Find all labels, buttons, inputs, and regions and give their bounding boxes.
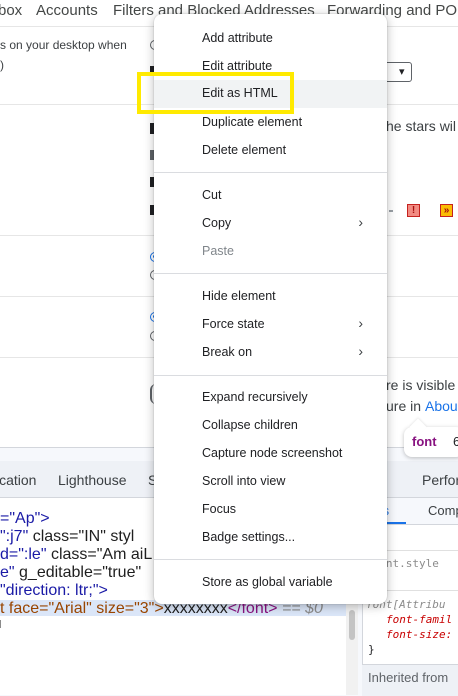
menu-item-delete-element[interactable]: Delete element [154,137,387,165]
tab-inbox[interactable]: box [0,2,22,19]
tooltip-value: 6 [453,434,458,449]
visibility-text: re is visible [386,377,456,393]
tab-application[interactable]: ication [0,472,36,488]
menu-separator [154,375,387,376]
code-attr: ="Ap"> [0,510,50,527]
code-line[interactable]: "direction: ltr;"> [0,582,108,600]
menu-item-scroll-into-view[interactable]: Scroll into view [154,468,387,496]
highlight-annotation-box [137,72,294,114]
menu-item-expand-recursively[interactable]: Expand recursively [154,384,387,412]
setting-select[interactable]: ▾ [384,62,412,82]
menu-item-label: Store as global variable [202,575,333,589]
tab-accounts[interactable]: Accounts [36,2,98,19]
inherited-label: Inherited from [368,670,449,685]
chevron-down-icon: ▾ [399,66,405,78]
rule-close: } [368,643,375,656]
node-tooltip: font 6 [404,427,458,457]
menu-separator [154,172,387,173]
red-bang-icon[interactable]: ! [407,204,420,217]
chevron-right-icon: › [358,315,363,331]
menu-item-label: Copy [202,216,232,230]
code-attr: ":j7" [0,528,29,545]
code-line[interactable]: ="Ap"> [0,510,50,528]
menu-item-label: Force state [202,317,265,331]
desktop-notification-text-2: ) [0,58,4,72]
menu-item-label: Collapse children [202,418,298,432]
tab-lighthouse[interactable]: Lighthouse [58,472,127,488]
menu-item-label: Expand recursively [202,390,308,404]
menu-item-label: Duplicate element [202,115,303,129]
menu-item-label: Paste [202,244,234,258]
menu-item-label: Edit attribute [202,59,273,73]
menu-item-collapse-children[interactable]: Collapse children [154,412,387,440]
menu-item-label: Delete element [202,143,287,157]
tooltip-tag: font [412,434,437,449]
menu-item-label: Focus [202,502,237,516]
menu-item-label: Scroll into view [202,474,286,488]
tab-computed[interactable]: Comp [428,503,458,518]
menu-item-store-as-global-variable[interactable]: Store as global variable [154,569,387,597]
menu-item-force-state[interactable]: Force state › [154,311,387,339]
menu-item-badge-settings[interactable]: Badge settings... [154,524,387,552]
menu-item-label: Cut [202,188,222,202]
chevron-right-icon: › [358,214,363,230]
menu-item-label: Add attribute [202,31,273,45]
tab-performance[interactable]: Perfor [422,472,458,488]
code-rest: class="Am aiL [46,546,153,563]
menu-item-paste[interactable]: Paste [154,238,387,266]
menu-item-hide-element[interactable]: Hide element [154,283,387,311]
about-link[interactable]: Abou [425,398,458,414]
menu-item-capture-node-screenshot[interactable]: Capture node screenshot [154,440,387,468]
menu-item-label: Capture node screenshot [202,446,343,460]
code-line[interactable]: ":j7" class="IN" styl [0,528,134,546]
code-rest: class="IN" styl [28,528,135,545]
code-attr: "direction: ltr;"> [0,582,108,599]
code-line[interactable]: d=":le" class="Am aiL [0,546,152,564]
chevron-right-icon: › [358,343,363,359]
desktop-notification-text: s on your desktop when [0,38,127,52]
menu-item-label: Badge settings... [202,530,296,544]
selected-open-tag: t face="Arial" size="3"> [0,600,164,617]
menu-item-label: Hide element [202,289,276,303]
menu-item-label: Break on [202,345,253,359]
menu-separator [154,559,387,560]
tree-caret [0,620,7,628]
rule-property: font-famil [386,613,453,626]
dash [389,210,393,212]
about-text: ure in [386,398,422,414]
code-attr: d=":le" [0,546,47,563]
menu-separator [154,273,387,274]
menu-item-break-on[interactable]: Break on › [154,339,387,367]
code-attr: e" [0,564,15,581]
code-rest: g_editable="true" [14,564,142,581]
stars-description: he stars wil [386,118,457,134]
menu-item-focus[interactable]: Focus [154,496,387,524]
code-line[interactable]: e" g_editable="true" [0,564,141,582]
rule-property: font-size: [386,628,453,641]
scrollbar-thumb[interactable] [349,610,355,640]
menu-item-copy[interactable]: Copy › [154,210,387,238]
orange-guillemet-icon[interactable]: » [440,204,453,217]
menu-item-cut[interactable]: Cut [154,182,387,210]
menu-item-add-attribute[interactable]: Add attribute [154,25,387,53]
